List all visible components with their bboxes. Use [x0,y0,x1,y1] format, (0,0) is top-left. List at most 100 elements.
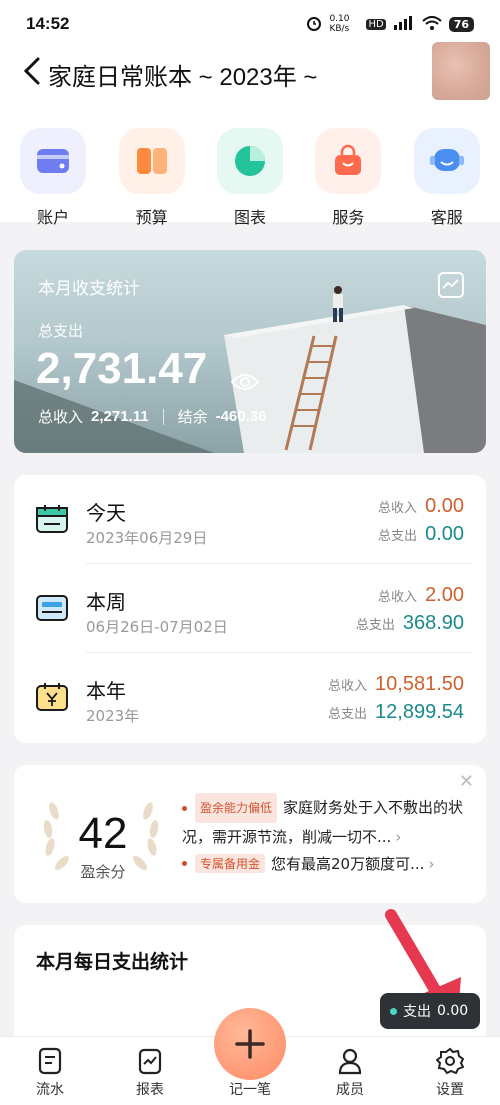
period-date: 2023年 [86,707,140,725]
quick-menu-label: 账户 [37,208,70,227]
period-income: 总收入 0.00 [378,495,464,518]
quick-menu-label: 图表 [233,208,266,227]
pill-label: 支出 [403,1004,431,1020]
wifi-icon [422,15,442,33]
tab-settings[interactable]: 设置 [415,1047,485,1099]
period-date: 06月26日-07月02日 [86,618,228,636]
eye-icon[interactable] [230,372,260,396]
quick-menu-item-chart[interactable]: 图表 [210,128,290,228]
expense-value: 12,899.54 [375,701,464,723]
shopping-bag-icon [315,128,382,194]
status-icons: 0.10 KB/s HD 76 [306,14,474,34]
quick-menu-item-budget[interactable]: 预算 [112,128,192,228]
income-value: 2.00 [425,584,464,606]
period-row-year[interactable]: 本年 2023年 总收入 10,581.50 总支出 12,899.54 [14,653,486,742]
tip-tag: 盈余能力偏低 [195,793,278,823]
calendar-today-icon [36,505,68,533]
total-expense-label: 总支出 [38,322,84,340]
tip-tag: 专属备用金 [195,854,266,873]
period-expense: 总支出 368.90 [356,612,464,635]
member-icon [338,1048,362,1075]
tab-reports[interactable]: 报表 [115,1047,185,1099]
tab-transactions[interactable]: 流水 [15,1047,85,1099]
quick-menu-item-support[interactable]: 客服 [407,128,487,228]
floating-expense-pill[interactable]: 支出 0.00 [380,993,480,1029]
quick-menu: 账户 预算 图表 服务 客服 [0,128,500,228]
stats-title: 本月收支统计 [38,279,140,299]
income-label: 总收入 [328,679,368,694]
battery-indicator: 76 [448,16,474,32]
period-date: 2023年06月29日 [86,529,208,547]
divider [162,408,164,425]
alarm-icon [306,15,322,34]
status-bar: 14:52 0.10 KB/s HD 76 [0,0,500,48]
tab-label: 报表 [136,1082,164,1098]
tab-label: 成员 [336,1082,364,1098]
income-value: 0.00 [425,495,464,517]
surplus-score-label: 盈余分 [80,863,126,881]
tab-label: 设置 [436,1082,464,1098]
wallet-icon [20,128,87,194]
bullet-dot [182,861,187,866]
tab-label: 流水 [36,1082,64,1098]
avatar[interactable] [432,42,490,100]
period-name: 本年 [86,679,126,703]
bullet-dot [182,805,187,811]
tab-members[interactable]: 成员 [315,1047,385,1099]
hd-icon: HD [366,18,386,30]
income-label: 总收入 [378,501,418,516]
chevron-right-icon: › [395,828,402,846]
period-row-week[interactable]: 本周 06月26日-07月02日 总收入 2.00 总支出 368.90 [14,564,486,653]
tip-text: 您有最高20万额度可... [271,855,425,873]
period-summary-card: 今天 2023年06月29日 总收入 0.00 总支出 0.00 本周 06月2… [14,475,486,743]
quick-menu-label: 服务 [332,208,365,227]
pill-value: 0.00 [437,1003,469,1019]
close-icon[interactable]: ✕ [459,771,474,792]
budget-icon [118,128,185,194]
net-speed: 0.10 KB/s [329,14,350,34]
income-value: 2,271.11 [91,408,149,425]
monthly-stats-card[interactable]: 本月收支统计 总支出 2,731.47 总收入 2,271.11 结余 -460… [14,250,486,453]
pie-chart-icon [216,128,283,194]
expense-label: 总支出 [355,618,395,633]
tab-label: 记一笔 [229,1082,271,1098]
surplus-score: 42 [78,809,128,858]
balance-label: 结余 [177,408,208,426]
quick-menu-item-service[interactable]: 服务 [308,128,388,228]
status-time: 14:52 [26,14,70,33]
signal-icon [393,15,415,33]
surplus-score-card[interactable]: ✕ 42 盈余分 盈余能力偏低 家庭财务处于入不敷出的状况，需开源节流，削减一切不… [14,765,486,903]
chevron-right-icon: › [428,854,435,873]
list-icon [38,1047,62,1075]
title-row: 家庭日常账本 ~ 2023年 ~ [22,56,317,92]
yuan-calendar-icon [36,683,68,711]
reserve-fund-tip[interactable]: 专属备用金 您有最高20万额度可... › [182,853,472,874]
income-label: 总收入 [378,590,418,605]
quick-menu-item-account[interactable]: 账户 [13,128,93,228]
balance-value: -460.36 [215,408,267,425]
plus-icon [235,1029,265,1059]
back-arrow-icon[interactable] [22,56,42,92]
report-icon [138,1048,162,1075]
page-title[interactable]: 家庭日常账本 ~ 2023年 ~ [48,57,317,92]
period-name: 今天 [86,501,126,525]
total-expense-value: 2,731.47 [36,344,208,393]
period-income: 总收入 10,581.50 [328,673,464,696]
card-week-icon [36,594,68,622]
period-expense: 总支出 0.00 [378,523,464,546]
trend-chart-icon[interactable] [438,272,464,298]
settings-gear-icon [436,1047,464,1075]
income-value: 10,581.50 [375,673,464,695]
customer-service-icon [413,128,480,194]
quick-menu-label: 客服 [430,208,463,227]
stats-footer: 总收入 2,271.11 结余 -460.36 [38,406,266,427]
header: 家庭日常账本 ~ 2023年 ~ 账户 预算 图表 服务 客服 [0,42,500,227]
surplus-tip[interactable]: 盈余能力偏低 家庭财务处于入不敷出的状况，需开源节流，削减一切不... › [182,793,472,851]
expense-label: 总支出 [328,707,368,722]
period-name: 本周 [86,590,126,614]
period-row-today[interactable]: 今天 2023年06月29日 总收入 0.00 总支出 0.00 [14,475,486,564]
status-dot [390,1007,397,1015]
add-entry-button[interactable] [214,1008,286,1080]
daily-title: 本月每日支出统计 [36,951,189,973]
expense-value: 0.00 [425,523,464,545]
